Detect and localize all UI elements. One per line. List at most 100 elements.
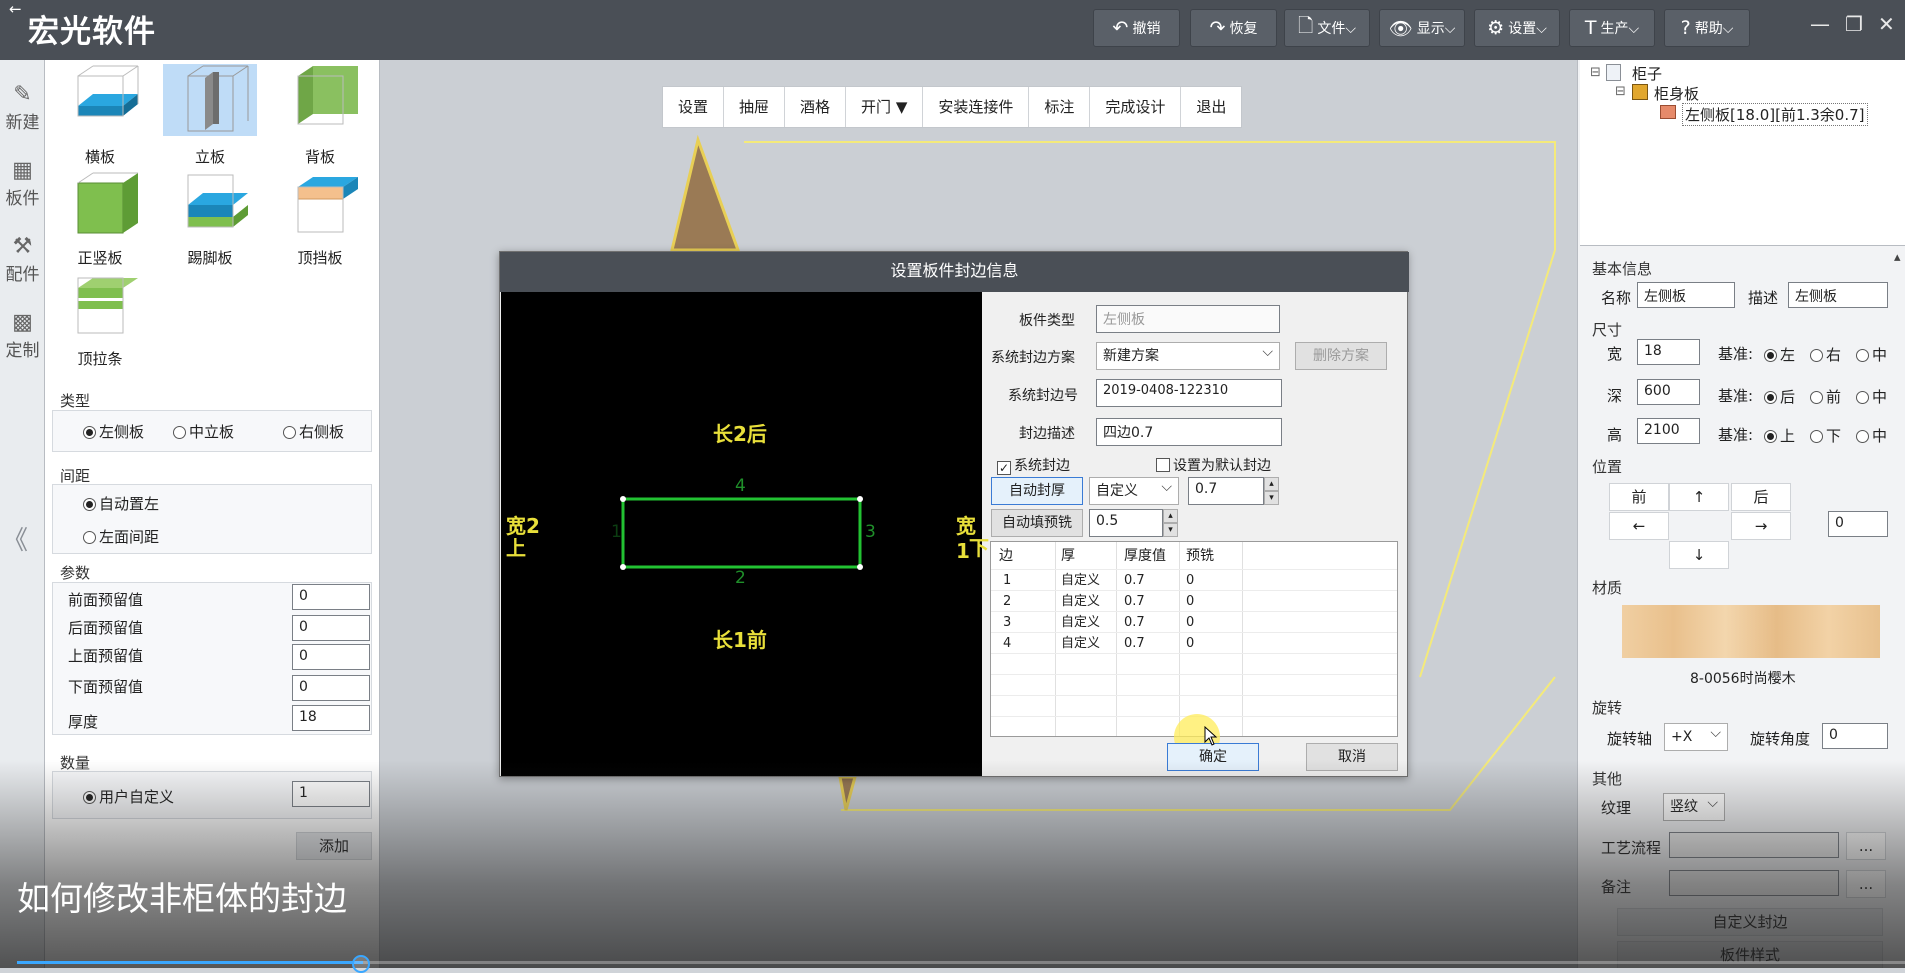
tree-expander-icon[interactable]: ⊟ xyxy=(1590,65,1601,80)
auto-thickness-button[interactable]: 自动封厚 xyxy=(991,477,1083,505)
radio-depth-back[interactable]: 后 xyxy=(1764,386,1795,407)
table-row[interactable]: 3 自定义 0.7 0 xyxy=(991,612,1397,633)
move-right-button[interactable]: → xyxy=(1731,512,1791,540)
table-row[interactable]: 4 自定义 0.7 0 xyxy=(991,633,1397,654)
material-swatch[interactable] xyxy=(1622,605,1880,658)
tree-leaf[interactable]: 左侧板[18.0][前1.3余0.7] xyxy=(1682,103,1868,126)
process-input[interactable] xyxy=(1669,832,1839,858)
tile-horizontal-panel[interactable]: 横板 xyxy=(45,64,155,166)
desc-input[interactable]: 左侧板 xyxy=(1788,282,1888,308)
radio-middle[interactable]: 中立板 xyxy=(173,421,234,442)
tree-expander-icon[interactable]: ⊟ xyxy=(1615,84,1626,99)
edge-desc-field[interactable]: 四边0.7 xyxy=(1096,418,1282,446)
radio-depth-center[interactable]: 中 xyxy=(1856,386,1887,407)
system-edge-checkbox[interactable]: ✓ 系统封边 xyxy=(997,455,1070,475)
undo-button[interactable]: ↶ 撤销 xyxy=(1093,9,1180,47)
display-menu-button[interactable]: 👁 显示⌵ xyxy=(1379,9,1465,47)
dimension-button[interactable]: 标注 xyxy=(1029,87,1091,127)
wine-rack-button[interactable]: 酒格 xyxy=(785,87,847,127)
move-front-button[interactable]: 前 xyxy=(1609,483,1669,511)
open-door-button[interactable]: 开门 ▼ xyxy=(846,87,924,127)
note-more-button[interactable]: ... xyxy=(1846,870,1886,898)
exit-button[interactable]: 退出 xyxy=(1181,87,1241,127)
spin-up-icon[interactable]: ▴ xyxy=(1163,509,1178,523)
table-row[interactable]: 1 自定义 0.7 0 xyxy=(991,570,1397,591)
nav-panels[interactable]: ▦ 板件 xyxy=(0,158,45,209)
radio-height-center[interactable]: 中 xyxy=(1856,425,1887,446)
finish-design-button[interactable]: 完成设计 xyxy=(1090,87,1182,127)
minimize-icon[interactable]: — xyxy=(1810,12,1830,36)
edge-number-field[interactable]: 2019-0408-122310 xyxy=(1096,379,1282,407)
quantity-input[interactable]: 1 xyxy=(292,781,370,807)
move-left-button[interactable]: ← xyxy=(1609,512,1669,540)
close-icon[interactable]: ✕ xyxy=(1878,12,1895,36)
tile-vertical-panel[interactable]: 立板 xyxy=(155,64,265,166)
rotate-axis-select[interactable]: +X xyxy=(1664,720,1728,751)
redo-button[interactable]: ↷ 恢复 xyxy=(1190,9,1277,47)
thickness-input[interactable]: 18 xyxy=(292,705,370,731)
name-input[interactable]: 左侧板 xyxy=(1637,282,1735,308)
edge-scheme-select[interactable]: 新建方案 xyxy=(1096,339,1280,370)
radio-depth-front[interactable]: 前 xyxy=(1810,386,1841,407)
auto-thickness-mode-select[interactable]: 自定义 xyxy=(1089,474,1179,505)
top-reserve-input[interactable]: 0 xyxy=(292,644,370,670)
grain-select[interactable]: 竖纹 xyxy=(1663,790,1725,821)
move-down-button[interactable]: ↓ xyxy=(1669,541,1729,569)
radio-width-right[interactable]: 右 xyxy=(1810,344,1841,365)
radio-auto-left[interactable]: 自动置左 xyxy=(83,493,159,514)
table-row[interactable]: 2 自定义 0.7 0 xyxy=(991,591,1397,612)
tile-kick-panel[interactable]: 踢脚板 xyxy=(155,165,265,267)
nav-custom[interactable]: ▩ 定制 xyxy=(0,310,45,361)
restore-icon[interactable]: ❐ xyxy=(1845,12,1863,36)
scroll-up-icon[interactable]: ▴ xyxy=(1894,250,1901,265)
radio-right-side[interactable]: 右侧板 xyxy=(283,421,344,442)
width-input[interactable]: 18 xyxy=(1637,339,1700,365)
position-step-input[interactable]: 0 xyxy=(1828,511,1888,537)
help-menu-button[interactable]: ? 帮助⌵ xyxy=(1664,9,1750,47)
radio-left-spacing[interactable]: 左面间距 xyxy=(83,526,159,547)
height-input[interactable]: 2100 xyxy=(1637,418,1700,444)
nav-fittings[interactable]: ⚒ 配件 xyxy=(0,234,45,285)
auto-thickness-value[interactable]: 0.7 xyxy=(1188,477,1264,505)
radio-height-top[interactable]: 上 xyxy=(1764,425,1795,446)
tile-front-vertical-panel[interactable]: 正竖板 xyxy=(45,165,155,267)
collapse-icon[interactable]: 《 xyxy=(2,520,28,557)
install-connector-button[interactable]: 安装连接件 xyxy=(923,87,1030,127)
auto-trim-value[interactable]: 0.5 xyxy=(1089,509,1163,537)
radio-left-side[interactable]: 左侧板 xyxy=(83,421,144,442)
radio-user-defined[interactable]: 用户自定义 xyxy=(83,786,174,807)
cancel-button[interactable]: 取消 xyxy=(1306,743,1398,771)
back-reserve-input[interactable]: 0 xyxy=(292,615,370,641)
production-menu-button[interactable]: T 生产⌵ xyxy=(1569,9,1655,47)
move-back-button[interactable]: 后 xyxy=(1731,483,1791,511)
radio-width-center[interactable]: 中 xyxy=(1856,344,1887,365)
bottom-reserve-input[interactable]: 0 xyxy=(292,675,370,701)
default-edge-checkbox[interactable]: 设置为默认封边 xyxy=(1156,455,1271,475)
custom-edge-button[interactable]: 自定义封边 xyxy=(1617,908,1883,936)
note-input[interactable] xyxy=(1669,870,1839,896)
auto-trim-button[interactable]: 自动填预铣 xyxy=(991,509,1083,537)
nav-new[interactable]: ✎ 新建 xyxy=(0,82,45,133)
radio-height-bottom[interactable]: 下 xyxy=(1810,425,1841,446)
video-progress-knob[interactable] xyxy=(352,955,370,973)
ok-button[interactable]: 确定 xyxy=(1167,743,1259,771)
rotate-angle-input[interactable]: 0 xyxy=(1822,723,1888,749)
process-more-button[interactable]: ... xyxy=(1846,832,1886,860)
depth-input[interactable]: 600 xyxy=(1637,379,1700,405)
spin-down-icon[interactable]: ▾ xyxy=(1264,491,1279,505)
tile-top-strip[interactable]: 顶拉条 xyxy=(45,266,155,368)
tree-root[interactable]: 柜子 xyxy=(1632,63,1662,84)
move-up-button[interactable]: ↑ xyxy=(1669,483,1729,511)
spin-up-icon[interactable]: ▴ xyxy=(1264,477,1279,491)
back-icon[interactable]: ← xyxy=(9,0,22,18)
settings-menu-button[interactable]: ⚙ 设置⌵ xyxy=(1474,9,1560,47)
tile-back-panel[interactable]: 背板 xyxy=(265,64,375,166)
setup-button[interactable]: 设置 xyxy=(663,87,725,127)
edge-preview-canvas[interactable]: 长2后 长1前 宽2 上 宽1 下 4 2 3 1 xyxy=(501,292,989,776)
tile-top-board[interactable]: 顶挡板 xyxy=(265,165,375,267)
panel-style-button[interactable]: 板件样式 xyxy=(1617,941,1883,969)
file-menu-button[interactable]: 🗋 文件⌵ xyxy=(1284,9,1370,47)
front-reserve-input[interactable]: 0 xyxy=(292,584,370,610)
add-button[interactable]: 添加 xyxy=(296,832,372,860)
radio-width-left[interactable]: 左 xyxy=(1764,344,1795,365)
